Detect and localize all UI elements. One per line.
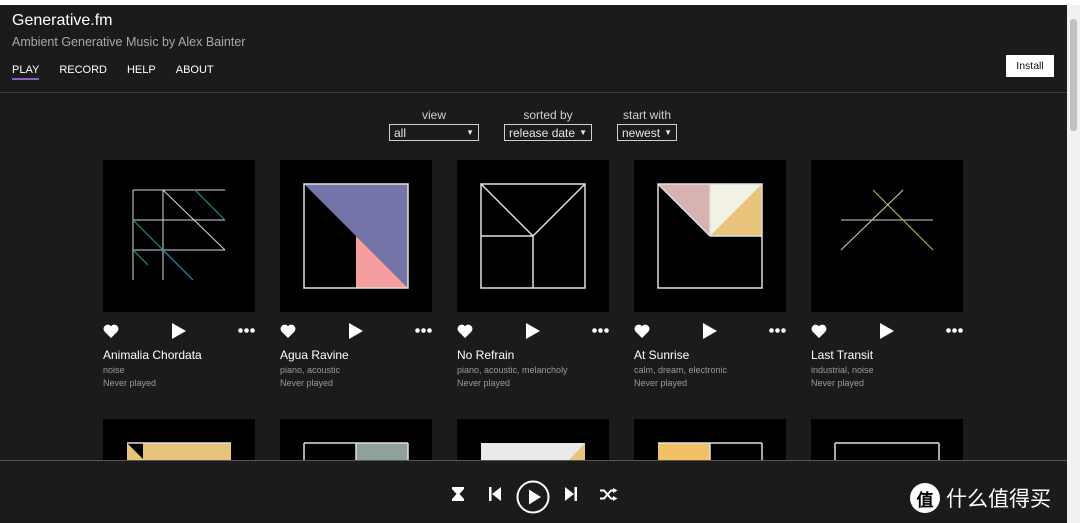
view-filter: view all ▼ <box>389 108 479 141</box>
piece-card: Agua Ravine piano, acoustic Never played <box>280 160 432 389</box>
nav-help[interactable]: HELP <box>127 64 156 80</box>
heart-icon[interactable] <box>280 324 296 338</box>
more-icon[interactable] <box>415 328 432 333</box>
play-icon[interactable] <box>703 323 717 339</box>
card-actions <box>811 312 963 348</box>
previous-icon[interactable] <box>489 486 501 502</box>
chevron-down-icon: ▼ <box>664 128 672 137</box>
piece-status: Never played <box>457 378 511 388</box>
start-value: newest <box>622 125 661 140</box>
scrollbar-thumb[interactable] <box>1070 19 1077 131</box>
play-icon[interactable] <box>880 323 894 339</box>
app-window: Generative.fm Ambient Generative Music b… <box>0 5 1067 523</box>
app-title: Generative.fm <box>12 12 113 29</box>
more-icon[interactable] <box>592 328 609 333</box>
main-nav: PLAY RECORD HELP ABOUT <box>12 64 214 80</box>
view-value: all <box>394 125 407 140</box>
shuffle-icon[interactable] <box>600 488 618 501</box>
piece-title[interactable]: No Refrain <box>457 348 609 362</box>
start-filter: start with newest ▼ <box>617 108 677 141</box>
piece-title[interactable]: At Sunrise <box>634 348 786 362</box>
piece-status: Never played <box>103 378 157 388</box>
piece-artwork[interactable] <box>280 160 432 312</box>
play-icon[interactable] <box>172 323 186 339</box>
piece-artwork[interactable] <box>457 160 609 312</box>
piece-artwork[interactable] <box>280 419 432 460</box>
piece-title[interactable]: Animalia Chordata <box>103 348 255 362</box>
card-actions <box>280 312 432 348</box>
heart-icon[interactable] <box>103 324 119 338</box>
piece-artwork[interactable] <box>457 419 609 460</box>
piece-artwork[interactable] <box>103 160 255 312</box>
play-icon[interactable] <box>349 323 363 339</box>
header: Generative.fm Ambient Generative Music b… <box>0 5 1067 93</box>
piece-status: Never played <box>634 378 688 388</box>
chevron-down-icon: ▼ <box>466 128 474 137</box>
piece-card: At Sunrise calm, dream, electronic Never… <box>634 160 786 389</box>
piece-artwork[interactable] <box>811 419 963 460</box>
piece-artwork[interactable] <box>811 160 963 312</box>
piece-status: Never played <box>811 378 865 388</box>
piece-title[interactable]: Agua Ravine <box>280 348 432 362</box>
piece-tags: piano, acoustic <box>280 365 341 375</box>
sort-value: release date <box>509 125 576 140</box>
start-select[interactable]: newest ▼ <box>617 124 677 141</box>
nav-record[interactable]: RECORD <box>59 64 107 80</box>
watermark-badge: 值 <box>910 483 940 513</box>
piece-card: No Refrain piano, acoustic, melancholy N… <box>457 160 609 389</box>
heart-icon[interactable] <box>457 324 473 338</box>
scrollbar[interactable] <box>1067 5 1080 523</box>
more-icon[interactable] <box>946 328 963 333</box>
view-select[interactable]: all ▼ <box>389 124 479 141</box>
piece-title[interactable]: Last Transit <box>811 348 963 362</box>
start-label: start with <box>622 108 671 122</box>
piece-card: Last Transit industrial, noise Never pla… <box>811 160 963 389</box>
piece-tags: calm, dream, electronic <box>634 365 728 375</box>
play-button[interactable] <box>516 480 550 514</box>
piece-card: Animalia Chordata noise Never played <box>103 160 255 389</box>
more-icon[interactable] <box>769 328 786 333</box>
chevron-down-icon: ▼ <box>579 128 587 137</box>
heart-icon[interactable] <box>811 324 827 338</box>
nav-about[interactable]: ABOUT <box>176 64 214 80</box>
heart-icon[interactable] <box>634 324 650 338</box>
timer-icon[interactable] <box>451 486 465 502</box>
sort-filter: sorted by release date ▼ <box>504 108 592 141</box>
piece-artwork[interactable] <box>103 419 255 460</box>
next-icon[interactable] <box>565 486 577 502</box>
app-subtitle: Ambient Generative Music by Alex Bainter <box>12 35 246 49</box>
sort-label: sorted by <box>523 108 573 122</box>
watermark: 值 什么值得买 <box>910 483 1051 513</box>
piece-artwork[interactable] <box>634 419 786 460</box>
view-label: view <box>421 108 446 122</box>
watermark-text: 什么值得买 <box>946 488 1051 511</box>
piece-artwork[interactable] <box>634 160 786 312</box>
card-actions <box>457 312 609 348</box>
install-button[interactable]: Install <box>1006 55 1054 77</box>
piece-tags: piano, acoustic, melancholy <box>457 365 568 375</box>
more-icon[interactable] <box>238 328 255 333</box>
card-actions <box>634 312 786 348</box>
sort-select[interactable]: release date ▼ <box>504 124 592 141</box>
piece-tags: industrial, noise <box>811 365 874 375</box>
piece-status: Never played <box>280 378 334 388</box>
nav-play[interactable]: PLAY <box>12 64 40 80</box>
play-icon[interactable] <box>526 323 540 339</box>
player-bar <box>0 460 1067 523</box>
piece-tags: noise <box>103 365 125 375</box>
card-actions <box>103 312 255 348</box>
